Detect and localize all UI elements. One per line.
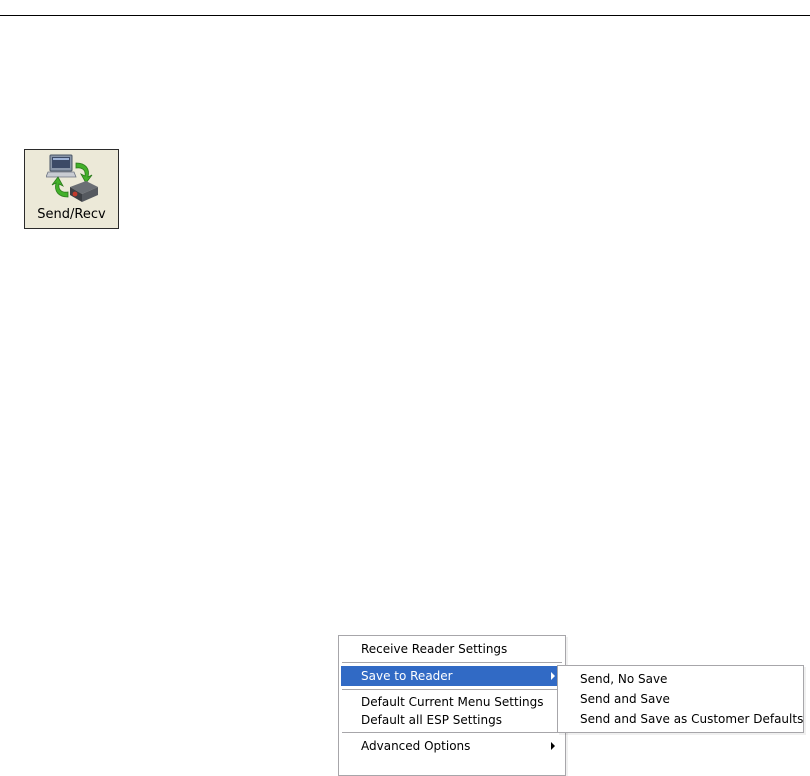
submenu-item-send-no-save[interactable]: Send, No Save — [560, 669, 801, 689]
submenu-arrow-icon — [551, 742, 555, 750]
computer-reader-sync-icon — [46, 154, 98, 202]
page-top-rule — [0, 15, 810, 16]
submenu-item-send-and-save-customer-defaults[interactable]: Send and Save as Customer Defaults — [560, 709, 804, 729]
menu-item-label: Default all ESP Settings — [361, 713, 502, 727]
menu-item-label: Receive Reader Settings — [361, 642, 508, 656]
submenu-item-send-and-save[interactable]: Send and Save — [560, 689, 801, 709]
menu-item-label: Save to Reader — [361, 669, 453, 683]
save-to-reader-submenu: Send, No Save Send and Save Send and Sav… — [557, 665, 804, 733]
menu-item-save-to-reader[interactable]: Save to Reader — [341, 666, 563, 686]
menu-item-default-all-esp-settings[interactable]: Default all ESP Settings — [341, 711, 563, 729]
send-recv-label: Send/Recv — [37, 207, 106, 222]
submenu-item-label: Send, No Save — [580, 672, 668, 686]
menu-item-label: Default Current Menu Settings — [361, 695, 544, 709]
context-menu: Receive Reader Settings Save to Reader D… — [338, 635, 566, 776]
send-recv-button[interactable]: Send/Recv — [24, 149, 119, 229]
submenu-item-label: Send and Save as Customer Defaults — [580, 712, 804, 726]
menu-item-label: Advanced Options — [361, 739, 471, 753]
menu-separator — [342, 732, 562, 733]
submenu-item-label: Send and Save — [580, 692, 670, 706]
menu-separator — [342, 662, 562, 663]
menu-item-advanced-options[interactable]: Advanced Options — [341, 736, 563, 756]
submenu-arrow-icon — [551, 672, 555, 680]
menu-item-receive-reader-settings[interactable]: Receive Reader Settings — [341, 639, 563, 659]
menu-item-default-current-menu-settings[interactable]: Default Current Menu Settings — [341, 693, 563, 711]
menu-separator — [342, 689, 562, 690]
